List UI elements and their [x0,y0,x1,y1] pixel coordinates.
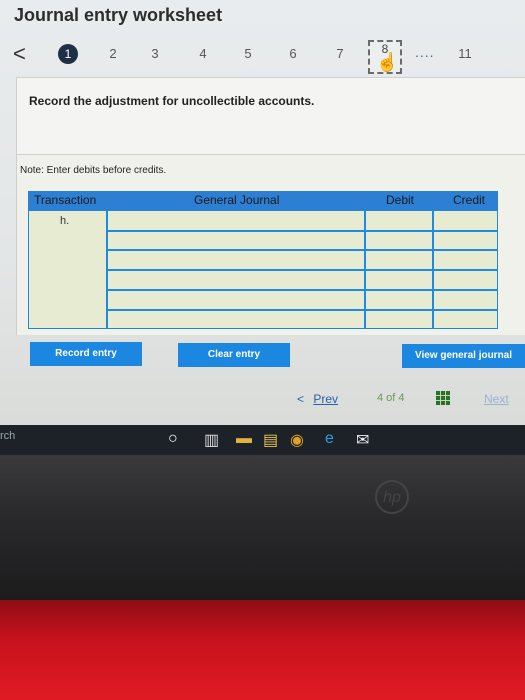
col-debit: Debit [386,193,415,207]
edge-icon[interactable]: e [325,430,334,448]
mail-icon[interactable]: ✉ [356,430,369,450]
table-header: Transaction General Journal Debit Credit [28,191,498,210]
row-divider [106,249,498,251]
transaction-cell[interactable]: h. [60,215,69,227]
step-5[interactable]: 5 [238,46,258,61]
step-1[interactable]: 1 [58,44,78,64]
laptop-bezel [0,455,525,600]
view-general-journal-button[interactable]: View general journal [402,344,525,368]
step-8-current[interactable]: 8 ☝ [368,40,402,74]
grid-icon[interactable] [436,391,450,405]
store-icon[interactable]: ▤ [263,430,278,450]
page-title: Journal entry worksheet [14,5,223,25]
back-arrow-icon[interactable]: < [13,43,26,65]
row-divider [106,230,498,232]
cortana-icon[interactable]: ○ [168,430,178,448]
step-4[interactable]: 4 [193,46,213,61]
next-link[interactable]: Next [484,392,509,406]
clear-entry-button[interactable]: Clear entry [178,343,290,367]
instruction-box: Record the adjustment for uncollectible … [16,77,525,155]
step-pager: < 1 2 3 4 5 6 7 8 ☝ .... 11 [0,40,525,76]
row-divider [106,289,498,291]
windows-taskbar: rch ○ ▥ ▬ ▤ ◉ e ✉ [0,425,525,455]
step-7[interactable]: 7 [330,46,350,61]
row-divider [106,309,498,311]
step-11[interactable]: 11 [455,46,475,61]
hand-cursor-icon: ☝ [376,52,399,72]
row-divider [106,269,498,271]
hp-logo-icon: hp [375,480,409,514]
instruction-text: Record the adjustment for uncollectible … [29,94,315,108]
taskbar-search[interactable]: rch [0,430,15,442]
col-credit: Credit [453,193,486,207]
prev-label: Prev [313,392,339,406]
step-ellipsis: .... [415,44,435,60]
page-indicator: 4 of 4 [377,392,405,404]
step-3[interactable]: 3 [145,46,165,61]
note-text: Note: Enter debits before credits. [20,165,167,176]
task-view-icon[interactable]: ▥ [204,430,219,450]
col-transaction: Transaction [34,193,97,207]
prev-chevron-icon: < [297,392,305,406]
col-general-journal: General Journal [194,193,280,207]
step-2[interactable]: 2 [103,46,123,61]
record-entry-button[interactable]: Record entry [30,342,142,366]
file-explorer-icon[interactable]: ▬ [236,430,252,448]
browser-screen: Journal entry worksheet < 1 2 3 4 5 6 7 … [0,0,525,425]
step-6[interactable]: 6 [283,46,303,61]
laptop-keyboard-deck [0,600,525,700]
prev-link[interactable]: < Prev [297,392,338,406]
chrome-icon[interactable]: ◉ [290,430,304,450]
journal-table: Transaction General Journal Debit Credit… [28,191,498,329]
